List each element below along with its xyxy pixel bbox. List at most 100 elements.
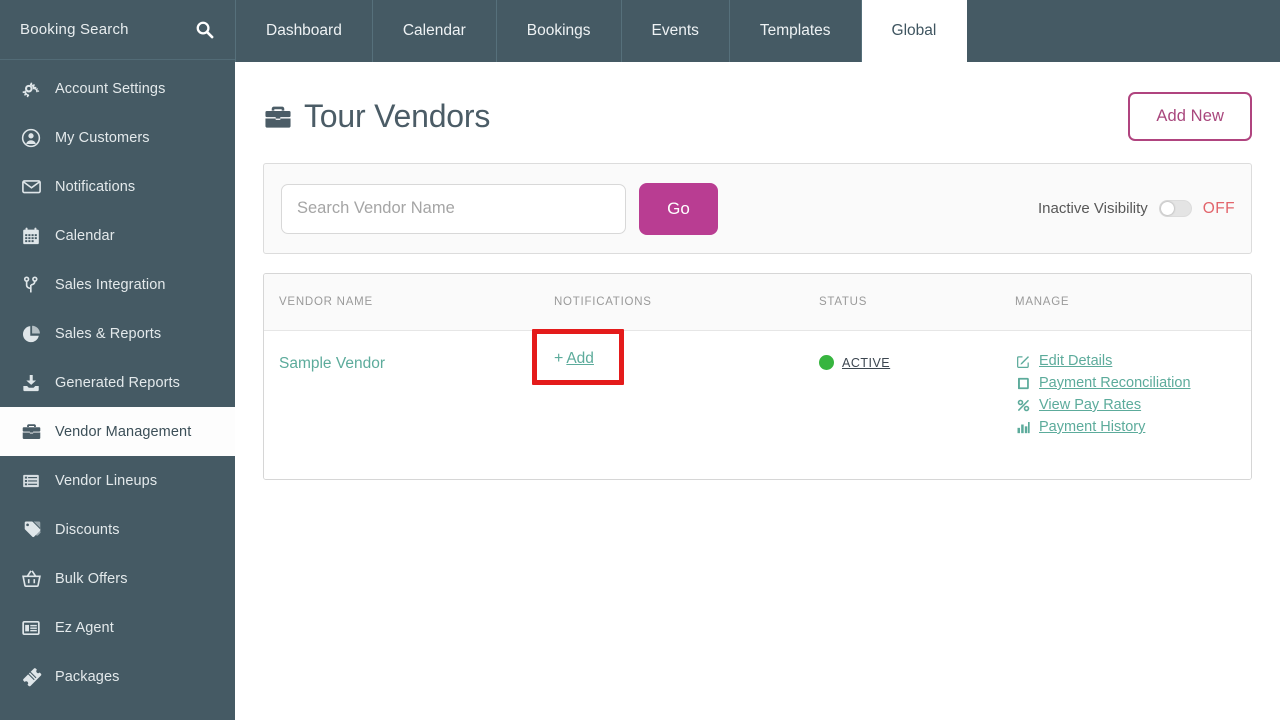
inactive-visibility-toggle[interactable] bbox=[1158, 200, 1192, 217]
manage-link-label: Payment History bbox=[1039, 419, 1146, 435]
plus-icon: + bbox=[554, 350, 564, 367]
table-header-row: VENDOR NAME NOTIFICATIONS STATUS MANAGE bbox=[264, 274, 1251, 331]
basket-icon bbox=[16, 568, 46, 589]
sidebar-item-label: My Customers bbox=[55, 129, 150, 146]
sidebar-item-calendar[interactable]: Calendar bbox=[0, 211, 235, 260]
window-icon bbox=[16, 618, 46, 638]
top-tabbar: Dashboard Calendar Bookings Events Templ… bbox=[235, 0, 1280, 62]
inactive-visibility-label: Inactive Visibility bbox=[1038, 200, 1148, 217]
status-dot-icon bbox=[819, 355, 834, 370]
status-badge: ACTIVE bbox=[819, 350, 1015, 370]
cell-status: ACTIVE bbox=[819, 350, 1015, 370]
sidebar-item-vendor-lineups[interactable]: Vendor Lineups bbox=[0, 456, 235, 505]
manage-link-label: View Pay Rates bbox=[1039, 397, 1142, 413]
sidebar-item-sales-and-reports[interactable]: Sales & Reports bbox=[0, 309, 235, 358]
bar-chart-icon bbox=[1015, 420, 1031, 435]
tab-label: Dashboard bbox=[266, 22, 342, 39]
tab-label: Global bbox=[891, 22, 937, 39]
app-root: Booking Search Account Settings My Custo… bbox=[0, 0, 1280, 720]
tab-label: Calendar bbox=[402, 22, 466, 39]
sidebar-item-label: Sales & Reports bbox=[55, 325, 162, 342]
column-header-vendor-name: VENDOR NAME bbox=[279, 296, 373, 308]
book-icon bbox=[1015, 376, 1031, 391]
tabbar-filler bbox=[967, 0, 1280, 62]
inactive-visibility-state: OFF bbox=[1202, 199, 1235, 217]
sidebar-item-my-customers[interactable]: My Customers bbox=[0, 113, 235, 162]
sidebar: Booking Search Account Settings My Custo… bbox=[0, 0, 235, 720]
sidebar-item-vendor-management[interactable]: Vendor Management bbox=[0, 407, 235, 456]
status-label: ACTIVE bbox=[842, 355, 891, 370]
tags-icon bbox=[16, 519, 46, 540]
payment-reconciliation-link[interactable]: Payment Reconciliation bbox=[1015, 375, 1251, 391]
table-row: Sample Vendor + Add ACTIVE Edit Details … bbox=[264, 329, 1251, 479]
add-label: Add bbox=[566, 350, 594, 367]
calendar-icon bbox=[16, 226, 46, 246]
sidebar-item-sales-integration[interactable]: Sales Integration bbox=[0, 260, 235, 309]
sidebar-item-label: Generated Reports bbox=[55, 374, 181, 391]
sidebar-item-bulk-offers[interactable]: Bulk Offers bbox=[0, 554, 235, 603]
page-header: Tour Vendors Add New bbox=[263, 62, 1252, 163]
column-header-notifications: NOTIFICATIONS bbox=[554, 296, 652, 308]
gears-icon bbox=[16, 79, 46, 99]
page-title: Tour Vendors bbox=[263, 98, 490, 135]
sidebar-item-generated-reports[interactable]: Generated Reports bbox=[0, 358, 235, 407]
column-header-manage: MANAGE bbox=[1015, 296, 1070, 308]
tab-bookings[interactable]: Bookings bbox=[497, 0, 622, 62]
edit-details-link[interactable]: Edit Details bbox=[1015, 353, 1251, 369]
briefcase-icon bbox=[263, 102, 293, 132]
list-icon bbox=[16, 471, 46, 491]
view-pay-rates-link[interactable]: View Pay Rates bbox=[1015, 397, 1251, 413]
sidebar-item-label: Account Settings bbox=[55, 80, 166, 97]
page-content: Tour Vendors Add New Go Inactive Visibil… bbox=[235, 62, 1280, 720]
tab-events[interactable]: Events bbox=[622, 0, 730, 62]
briefcase-icon bbox=[16, 421, 46, 442]
sidebar-nav: Account Settings My Customers Notificati… bbox=[0, 60, 235, 701]
user-circle-icon bbox=[16, 128, 46, 148]
sidebar-item-label: Vendor Lineups bbox=[55, 472, 158, 489]
manage-link-label: Edit Details bbox=[1039, 353, 1113, 369]
go-button[interactable]: Go bbox=[639, 182, 718, 235]
tab-global[interactable]: Global bbox=[861, 0, 968, 62]
payment-history-link[interactable]: Payment History bbox=[1015, 419, 1251, 435]
search-icon[interactable] bbox=[191, 17, 217, 43]
toggle-knob bbox=[1160, 202, 1174, 215]
inactive-visibility-control: Inactive Visibility OFF bbox=[1038, 200, 1235, 218]
sidebar-item-label: Packages bbox=[55, 668, 120, 685]
tab-dashboard[interactable]: Dashboard bbox=[235, 0, 373, 62]
sidebar-item-label: Calendar bbox=[55, 227, 115, 244]
sidebar-item-label: Ez Agent bbox=[55, 619, 114, 636]
envelope-icon bbox=[16, 176, 46, 197]
vendor-name-link[interactable]: Sample Vendor bbox=[279, 350, 385, 373]
download-icon bbox=[16, 373, 46, 393]
pie-chart-icon bbox=[16, 324, 46, 344]
tab-calendar[interactable]: Calendar bbox=[373, 0, 497, 62]
vendors-table: VENDOR NAME NOTIFICATIONS STATUS MANAGE … bbox=[263, 273, 1252, 480]
sidebar-item-notifications[interactable]: Notifications bbox=[0, 162, 235, 211]
column-header-status: STATUS bbox=[819, 296, 868, 308]
main-area: Dashboard Calendar Bookings Events Templ… bbox=[235, 0, 1280, 720]
sidebar-item-ez-agent[interactable]: Ez Agent bbox=[0, 603, 235, 652]
add-new-button[interactable]: Add New bbox=[1128, 92, 1252, 141]
sidebar-item-label: Bulk Offers bbox=[55, 570, 128, 587]
edit-icon bbox=[1015, 354, 1031, 369]
manage-link-label: Payment Reconciliation bbox=[1039, 375, 1191, 391]
sidebar-item-account-settings[interactable]: Account Settings bbox=[0, 64, 235, 113]
tab-label: Templates bbox=[759, 22, 831, 39]
sidebar-item-label: Notifications bbox=[55, 178, 136, 195]
percent-icon bbox=[1015, 398, 1031, 413]
sidebar-item-discounts[interactable]: Discounts bbox=[0, 505, 235, 554]
sidebar-item-label: Vendor Management bbox=[55, 423, 192, 440]
cell-manage: Edit Details Payment Reconciliation View… bbox=[1015, 350, 1251, 435]
sidebar-item-label: Sales Integration bbox=[55, 276, 166, 293]
tab-templates[interactable]: Templates bbox=[730, 0, 862, 62]
cell-notifications: + Add bbox=[532, 329, 819, 385]
tab-label: Bookings bbox=[526, 22, 591, 39]
sidebar-item-packages[interactable]: Packages bbox=[0, 652, 235, 701]
booking-search-title: Booking Search bbox=[20, 21, 129, 38]
manage-links: Edit Details Payment Reconciliation View… bbox=[1015, 350, 1251, 435]
search-input[interactable] bbox=[281, 183, 626, 234]
branch-icon bbox=[16, 275, 46, 295]
search-filter-card: Go Inactive Visibility OFF bbox=[263, 163, 1252, 254]
add-notification-link[interactable]: + Add bbox=[554, 350, 594, 368]
ticket-icon bbox=[16, 666, 46, 687]
